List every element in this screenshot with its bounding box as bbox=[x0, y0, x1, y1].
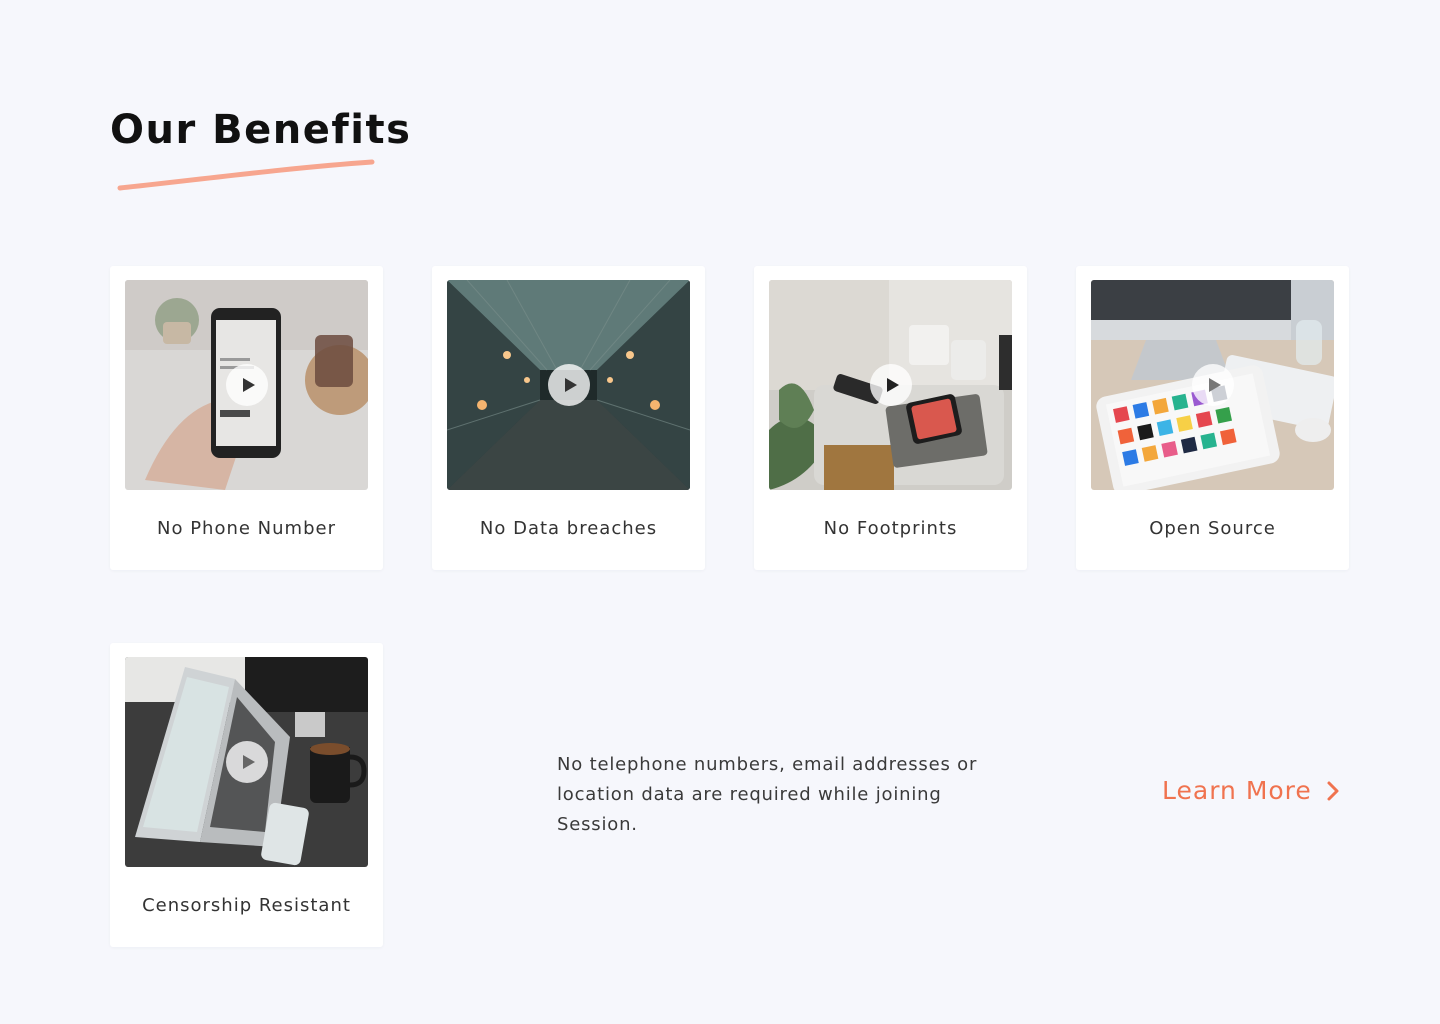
server-corridor-image[interactable] bbox=[447, 280, 690, 490]
chevron-right-icon bbox=[1327, 781, 1339, 800]
benefit-card-no-data-breaches[interactable]: No Data breaches bbox=[432, 266, 705, 570]
benefit-card-label: No Data breaches bbox=[479, 518, 658, 539]
benefit-card-label: No Footprints bbox=[823, 518, 958, 539]
desk-phone-mug-image[interactable] bbox=[769, 280, 1012, 490]
phone-in-hand-image[interactable] bbox=[125, 280, 368, 490]
play-icon[interactable] bbox=[1192, 364, 1234, 406]
learn-more-label: Learn More bbox=[1162, 776, 1312, 805]
benefit-card-open-source[interactable]: Open Source bbox=[1076, 266, 1349, 570]
play-icon[interactable] bbox=[226, 364, 268, 406]
laptop-desk-image[interactable] bbox=[125, 657, 368, 867]
play-icon[interactable] bbox=[548, 364, 590, 406]
benefit-card-label: No Phone Number bbox=[157, 518, 336, 539]
section-title: Our Benefits bbox=[110, 107, 412, 153]
title-underline bbox=[117, 159, 375, 191]
benefit-card-no-phone-number[interactable]: No Phone Number bbox=[110, 266, 383, 570]
benefit-card-censorship-resistant[interactable]: Censorship Resistant bbox=[110, 643, 383, 947]
play-icon[interactable] bbox=[870, 364, 912, 406]
learn-more-link[interactable]: Learn More bbox=[1162, 776, 1340, 805]
play-icon[interactable] bbox=[226, 741, 268, 783]
benefit-description: No telephone numbers, email addresses or… bbox=[557, 754, 978, 835]
benefit-card-label: Censorship Resistant bbox=[142, 895, 351, 916]
benefit-card-label: Open Source bbox=[1149, 518, 1276, 539]
tablet-apps-image[interactable] bbox=[1091, 280, 1334, 490]
benefit-card-no-footprints[interactable]: No Footprints bbox=[754, 266, 1027, 570]
